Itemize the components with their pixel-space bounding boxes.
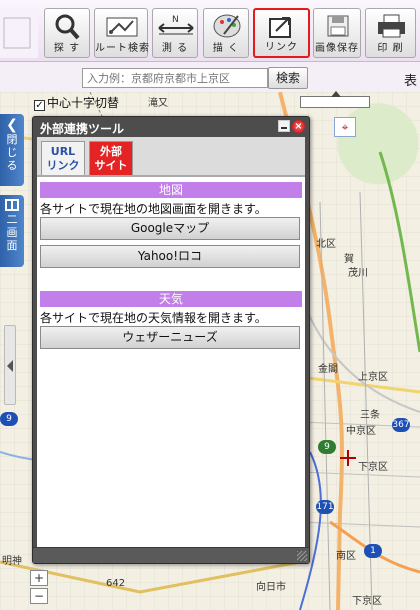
save-image-label: 画像保存 — [315, 43, 359, 54]
measure-label: 測 る — [161, 43, 189, 54]
panel-tabs: URL リンク 外部 サイト — [37, 137, 305, 177]
map-label-muko: 向日市 — [256, 582, 286, 593]
route-badge-9b: 9 — [0, 412, 18, 426]
side-close-tab[interactable]: ❮ 閉じる — [0, 114, 24, 186]
tab-external-site-line2: サイト — [94, 159, 128, 172]
google-maps-button[interactable]: Googleマップ — [40, 217, 300, 240]
route-badge-367: 367 — [392, 418, 410, 432]
search-tool-label: 探 す — [53, 43, 81, 54]
search-bar: 検索 表 — [0, 62, 420, 92]
weathernews-button[interactable]: ウェザーニューズ — [40, 326, 300, 349]
route-badge-9: 9 — [318, 440, 336, 454]
route-badge-171: 171 — [316, 500, 334, 514]
route-search-icon — [95, 12, 147, 40]
search-button[interactable]: 検索 — [268, 67, 308, 89]
map-label-sanjo: 三条 — [360, 410, 380, 421]
section-header-weather: 天気 — [40, 291, 302, 307]
tab-url-link-line1: URL — [50, 145, 76, 158]
panel-title: 外部連携ツール — [40, 122, 125, 136]
minimize-icon[interactable] — [278, 120, 290, 132]
save-image-button[interactable]: 画像保存 — [313, 8, 361, 58]
map-label-kamigyo: 上京区 — [358, 372, 388, 383]
tab-external-site[interactable]: 外部 サイト — [89, 141, 133, 175]
center-target-icon[interactable]: ⌖ — [334, 117, 356, 137]
toolbar-left-decoration — [0, 8, 38, 58]
section-header-map: 地図 — [40, 182, 302, 198]
split-screen-tab[interactable]: 二画面 — [0, 195, 24, 267]
split-screen-label: 二画面 — [6, 213, 18, 252]
crosshair-toggle[interactable]: ✓ 中心十字切替 — [34, 94, 120, 111]
route-badge-1: 1 — [364, 544, 382, 558]
link-icon — [255, 13, 308, 41]
save-image-icon — [314, 12, 360, 40]
resize-grip-icon[interactable] — [297, 551, 307, 561]
display-label: 表 — [404, 74, 418, 89]
tab-url-link-line2: リンク — [46, 159, 80, 172]
crosshair-toggle-label: 中心十字切替 — [47, 96, 120, 110]
map-label-takao: 滝又 — [148, 98, 168, 109]
map-label-minami: 南区 — [336, 551, 356, 562]
route-search-label: ルート検索 — [95, 43, 150, 54]
draw-label: 描 く — [212, 43, 240, 54]
map-label-kamogawa: 茂川 — [348, 268, 368, 279]
measure-icon: N — [153, 12, 197, 40]
link-button[interactable]: リンク — [253, 8, 310, 58]
tab-url-link[interactable]: URL リンク — [41, 141, 85, 175]
measure-button[interactable]: N 測 る — [152, 8, 198, 58]
draw-button[interactable]: 描 く — [203, 8, 249, 58]
address-search-input[interactable] — [82, 68, 268, 88]
map-label-kamo: 賀 — [344, 254, 354, 265]
map-label-north-ward: 北区 — [316, 239, 336, 250]
split-screen-icon — [5, 199, 19, 211]
map-center-marker — [340, 450, 356, 466]
close-icon[interactable]: × — [292, 120, 305, 133]
map-label-nakagyo: 中京区 — [346, 426, 376, 437]
panel-body: URL リンク 外部 サイト 地図 各サイトで現在地の地図画面を開きます。 Go… — [37, 137, 305, 561]
print-button[interactable]: 印 刷 — [365, 8, 416, 58]
svg-text:N: N — [172, 15, 179, 25]
route-search-button[interactable]: ルート検索 — [94, 8, 150, 58]
section-description-weather: 各サイトで現在地の天気情報を開きます。 — [40, 311, 267, 325]
magnifier-icon — [45, 12, 89, 40]
panel-collapse-handle[interactable] — [4, 325, 16, 405]
map-label-shimogyo: 下京区 — [358, 462, 388, 473]
external-link-tool-panel: 外部連携ツール × URL リンク 外部 サイト 地図 各サイトで現在地の地図画… — [32, 116, 310, 564]
tab-external-site-line1: 外部 — [100, 145, 122, 158]
side-close-label: 閉じる — [6, 133, 18, 172]
link-label: リンク — [265, 42, 298, 53]
chevron-left-icon: ❮ — [6, 117, 18, 133]
panel-footer — [33, 547, 309, 563]
print-label: 印 刷 — [377, 43, 404, 54]
zoom-in-button[interactable]: + — [30, 570, 48, 586]
zoom-controls: + − — [30, 570, 48, 604]
checkbox-checked-icon[interactable]: ✓ — [34, 100, 45, 111]
zoom-out-button[interactable]: − — [30, 588, 48, 604]
map-label-642: 642 — [106, 578, 126, 589]
palette-icon — [204, 12, 248, 40]
search-tool-button[interactable]: 探 す — [44, 8, 90, 58]
yahoo-loco-button[interactable]: Yahoo!ロコ — [40, 245, 300, 268]
print-icon — [366, 12, 415, 40]
toolbar: 探 す ルート検索 N 測 る 描 く リンク 画像保存 印 刷 — [0, 0, 420, 62]
map-label-myoken: 明神 — [2, 556, 22, 567]
zoom-slider[interactable] — [300, 91, 370, 108]
map-label-shimotoba: 下京区 — [352, 596, 382, 607]
map-label-kinkaku: 金閣 — [318, 364, 338, 375]
section-description-map: 各サイトで現在地の地図画面を開きます。 — [40, 202, 267, 216]
